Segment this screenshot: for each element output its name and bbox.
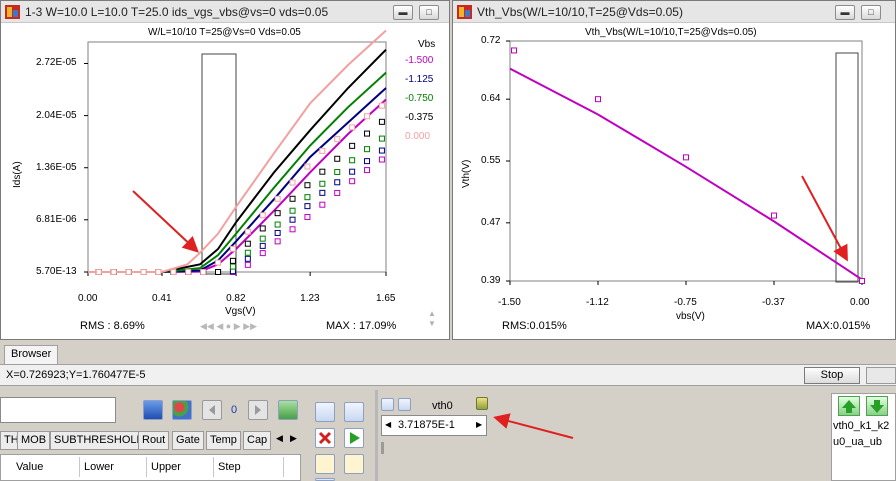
arrow-param — [493, 413, 574, 439]
annotation-arrows — [132, 175, 848, 439]
arrow-left-plot — [132, 190, 199, 253]
arrow-right-plot — [801, 175, 848, 262]
